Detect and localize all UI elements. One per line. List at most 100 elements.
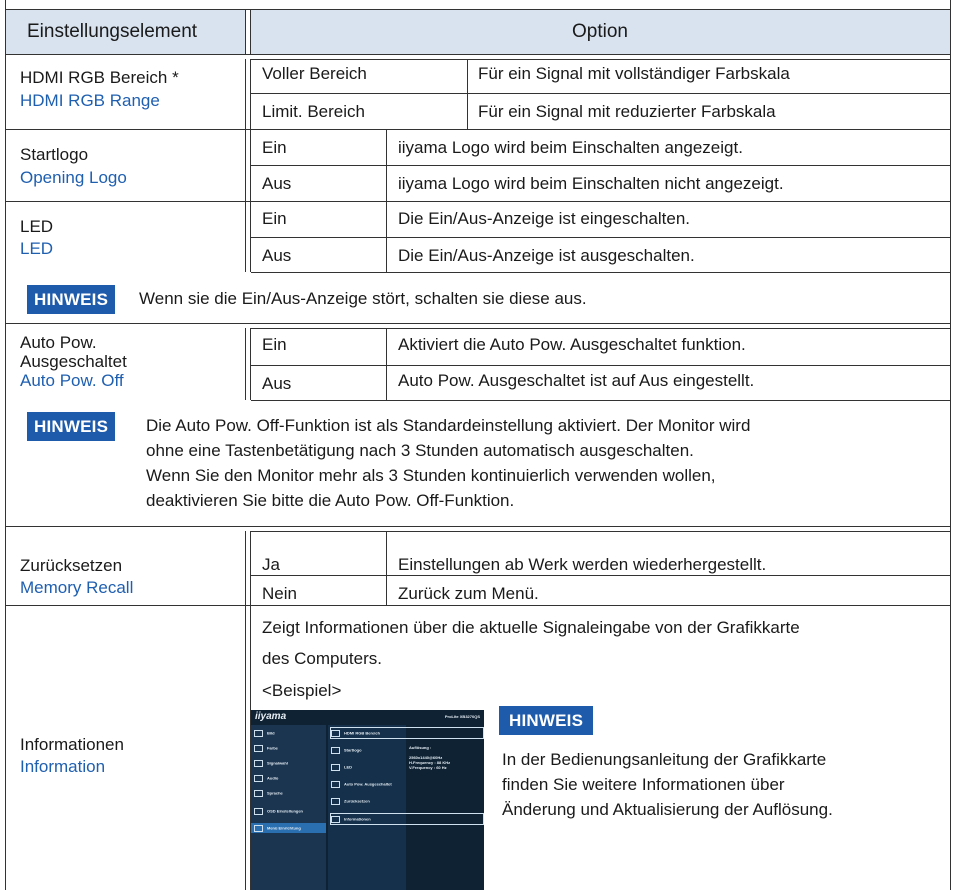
- setup-icon: [254, 825, 263, 832]
- info-label-en: Information: [20, 757, 106, 776]
- row-border: [251, 328, 951, 329]
- osd-info-vfreq: V.Frequency : 60 Hz: [409, 765, 447, 770]
- reset-icon: [331, 798, 340, 805]
- power-icon: [331, 781, 340, 788]
- row-border: [251, 165, 951, 166]
- audio-icon: [254, 775, 263, 782]
- osd-submenu-item: Startlogo: [331, 747, 362, 754]
- col-divider: [245, 10, 246, 54]
- info-note-line: finden Sie weitere Informationen über: [502, 775, 785, 794]
- col-divider: [245, 59, 246, 272]
- picture-icon: [254, 730, 263, 737]
- osd-menu-item: Signalwahl: [254, 760, 288, 767]
- row-border: [251, 575, 951, 576]
- color-icon: [254, 745, 263, 752]
- osd-submenu-item: Auto Pow. Ausgeschaltet: [331, 781, 392, 788]
- reset-desc-no: Zurück zum Menü.: [398, 584, 539, 603]
- osd-submenu-panel: HDMI RGB Bereich Startlogo LED Auto Pow.…: [328, 725, 406, 890]
- startlogo-desc-on: iiyama Logo wird beim Einschalten angeze…: [398, 138, 743, 157]
- led-option-on: Ein: [262, 209, 287, 228]
- osd-model-name: ProLite XB3270QS: [444, 714, 480, 719]
- osd-menu-panel: Bild Farbe Signalwahl Audio Sprache OSD …: [251, 725, 326, 890]
- startlogo-label-en: Opening Logo: [20, 168, 127, 187]
- osd-menu-item: Audio: [254, 775, 278, 782]
- osd-settings-icon: [254, 808, 263, 815]
- osd-menu-item: Sprache: [254, 790, 283, 797]
- note-autopow-line: Wenn Sie den Monitor mehr als 3 Stunden …: [146, 466, 716, 485]
- hinweis-badge: HINWEIS: [27, 285, 116, 314]
- osd-highlight-box: [330, 727, 484, 739]
- autopow-label-2: Ausgeschaltet: [20, 352, 127, 371]
- note-autopow-line: Die Auto Pow. Off-Funktion ist als Stand…: [146, 416, 751, 435]
- table-right-border: [950, 0, 951, 890]
- info-example-label: <Beispiel>: [262, 681, 342, 700]
- row-border: [251, 237, 951, 238]
- hdmi-label-en: HDMI RGB Range: [20, 91, 160, 110]
- hdmi-option-full: Voller Bereich: [262, 64, 367, 83]
- info-desc-line: Zeigt Informationen über die aktuelle Si…: [262, 618, 800, 637]
- led-option-off: Aus: [262, 246, 292, 265]
- startlogo-option-on: Ein: [262, 138, 287, 157]
- osd-info-title: Auflösung :: [409, 745, 432, 750]
- reset-option-yes: Ja: [262, 555, 280, 574]
- row-border: [251, 531, 951, 532]
- info-desc-line: des Computers.: [262, 649, 382, 668]
- col-divider: [245, 531, 246, 890]
- reset-label-en: Memory Recall: [20, 578, 134, 597]
- header-bottom-border: [5, 54, 951, 55]
- note-led-text: Wenn sie die Ein/Aus-Anzeige stört, scha…: [139, 289, 587, 308]
- row-border: [251, 272, 951, 273]
- startlogo-label: Startlogo: [20, 145, 89, 164]
- header-option-label: Option: [572, 21, 628, 42]
- table-left-border: [5, 0, 6, 890]
- note-autopow-line: deaktivieren Sie bitte die Auto Pow. Off…: [146, 491, 515, 510]
- led-desc-off: Die Ein/Aus-Anzeige ist ausgeschalten.: [398, 246, 695, 265]
- row-border: [5, 323, 951, 324]
- hdmi-label: HDMI RGB Bereich *: [20, 68, 179, 87]
- row-border: [251, 93, 951, 94]
- osd-submenu-item: LED: [331, 764, 352, 771]
- reset-option-no: Nein: [262, 584, 297, 603]
- row-border: [251, 400, 951, 401]
- logo-icon: [331, 747, 340, 754]
- osd-menu-item: Farbe: [254, 745, 278, 752]
- input-icon: [254, 760, 263, 767]
- info-note-line: In der Bedienungsanleitung der Grafikkar…: [502, 750, 827, 769]
- led-label: LED: [20, 217, 54, 236]
- autopow-desc-off: Auto Pow. Ausgeschaltet ist auf Aus eing…: [398, 371, 755, 390]
- startlogo-desc-off: iiyama Logo wird beim Einschalten nicht …: [398, 174, 784, 193]
- col-divider: [250, 328, 251, 400]
- row-border: [5, 526, 951, 527]
- hinweis-badge: HINWEIS: [27, 412, 116, 441]
- row-border: [5, 605, 951, 606]
- led-icon: [331, 764, 340, 771]
- cell-divider: [386, 531, 387, 605]
- osd-menu-item: Menü Einrichtung: [254, 825, 301, 832]
- reset-label: Zurücksetzen: [20, 556, 123, 575]
- hinweis-badge: HINWEIS: [499, 706, 594, 735]
- autopow-label-1: Auto Pow.: [20, 333, 97, 352]
- iiyama-logo: iiyama: [255, 711, 287, 722]
- cell-divider: [467, 59, 468, 129]
- osd-highlight-box: [330, 813, 484, 825]
- reset-desc-yes: Einstellungen ab Werk werden wiederherge…: [398, 555, 767, 574]
- osd-screenshot: iiyama ProLite XB3270QS Bild Farbe Signa…: [251, 710, 484, 890]
- info-label: Informationen: [20, 735, 124, 754]
- osd-titlebar: iiyama ProLite XB3270QS: [251, 710, 484, 724]
- led-desc-on: Die Ein/Aus-Anzeige ist eingeschalten.: [398, 209, 690, 228]
- info-note-line: Änderung und Aktualisierung der Auflösun…: [502, 800, 833, 819]
- row-border: [5, 201, 951, 202]
- hdmi-desc-limited: Für ein Signal mit reduzierter Farbskala: [478, 102, 776, 121]
- row-border: [251, 365, 951, 366]
- led-label-en: LED: [20, 239, 54, 258]
- col-divider: [250, 10, 251, 54]
- cell-divider: [386, 328, 387, 400]
- note-autopow-line: ohne eine Tastenbetätigung nach 3 Stunde…: [146, 441, 694, 460]
- osd-submenu-item: Zurücksetzen: [331, 798, 370, 805]
- autopow-option-off: Aus: [262, 374, 292, 393]
- row-border: [251, 59, 951, 60]
- autopow-option-on: Ein: [262, 335, 287, 354]
- autopow-label-en: Auto Pow. Off: [20, 371, 124, 390]
- hdmi-desc-full: Für ein Signal mit vollständiger Farbska…: [478, 64, 790, 83]
- startlogo-option-off: Aus: [262, 174, 292, 193]
